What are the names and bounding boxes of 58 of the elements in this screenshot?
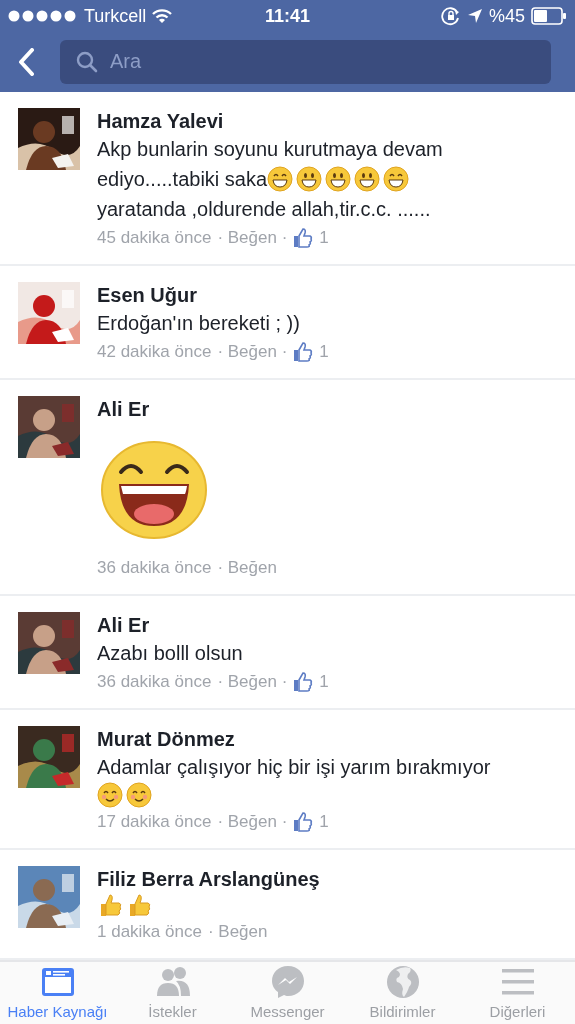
- location-icon: [467, 8, 483, 24]
- back-icon: [18, 47, 34, 76]
- search-field[interactable]: Ara: [60, 39, 551, 84]
- timestamp: 36 dakika önce: [97, 556, 212, 579]
- like-link[interactable]: · Beğen: [217, 553, 277, 582]
- timestamp: 36 dakika önce: [97, 670, 212, 693]
- like-link[interactable]: · Beğen ·: [217, 807, 288, 836]
- battery-icon: [531, 7, 567, 25]
- globe-icon: [385, 965, 420, 1000]
- author-name[interactable]: Esen Uğur: [97, 281, 557, 308]
- timestamp: 45 dakika önce: [97, 226, 212, 249]
- comment-text: Akp bunlarin soyunu kurutmaya devam: [97, 136, 443, 162]
- like-icon: [293, 811, 314, 832]
- like-count: 1: [319, 670, 329, 693]
- like-count: 1: [319, 810, 329, 833]
- comment-text: Azabı bolll olsun: [97, 640, 243, 666]
- rotation-lock-icon: [441, 6, 461, 26]
- grinning-emoji-icon: [383, 165, 410, 192]
- signal-icon: [8, 10, 78, 22]
- timestamp: 42 dakika önce: [97, 340, 212, 363]
- author-name[interactable]: Murat Dönmez: [97, 725, 557, 752]
- back-button[interactable]: [18, 47, 34, 76]
- like-link[interactable]: · Beğen ·: [217, 667, 288, 696]
- comment-text: yaratanda ,oldurende allah,tir.c.c. ......: [97, 196, 431, 222]
- author-name[interactable]: Filiz Berra Arslangüneş: [97, 865, 557, 892]
- author-name[interactable]: Hamza Yalevi: [97, 107, 557, 134]
- author-name[interactable]: Ali Er: [97, 611, 557, 638]
- like-link[interactable]: · Beğen: [207, 917, 268, 946]
- like-icon: [293, 341, 314, 362]
- comment-text: Adamlar çalışıyor hiç bir işi yarım bırakmıyor: [97, 754, 491, 780]
- tab[interactable]: İstekler: [115, 961, 230, 1024]
- messenger-icon: [270, 965, 305, 1000]
- like-icon: [293, 671, 314, 692]
- like-count: 1: [319, 340, 329, 363]
- search-icon: [76, 50, 98, 73]
- like-link[interactable]: · Beğen ·: [217, 337, 288, 366]
- tab[interactable]: Bildirimler: [345, 961, 460, 1024]
- author-name[interactable]: Ali Er: [97, 395, 557, 422]
- grinning-emoji-icon: [267, 165, 294, 192]
- smiley-emoji-icon: [354, 165, 381, 192]
- like-icon: [293, 227, 314, 248]
- smiley-emoji-icon: [325, 165, 352, 192]
- timestamp: 1 dakika önce: [97, 920, 202, 943]
- comment-text: ediyo.....tabiki saka: [97, 166, 268, 192]
- like-count: 1: [319, 226, 329, 249]
- timestamp: 17 dakika önce: [97, 810, 212, 833]
- comment-text: Erdoğan'ın bereketi ; )): [97, 310, 300, 336]
- tab[interactable]: Haber Kaynağı: [0, 961, 115, 1024]
- wifi-icon: [152, 8, 173, 24]
- smiley-emoji-icon: [296, 165, 323, 192]
- blushing-emoji-icon: [126, 781, 152, 808]
- tab[interactable]: Messenger: [230, 961, 345, 1024]
- carrier-name: Turkcell: [84, 5, 147, 27]
- tab[interactable]: Diğerleri: [460, 961, 575, 1024]
- battery-percent: %45: [489, 5, 525, 27]
- clock: 11:41: [265, 5, 311, 27]
- blushing-emoji-icon: [97, 781, 123, 808]
- like-link[interactable]: · Beğen ·: [217, 223, 288, 252]
